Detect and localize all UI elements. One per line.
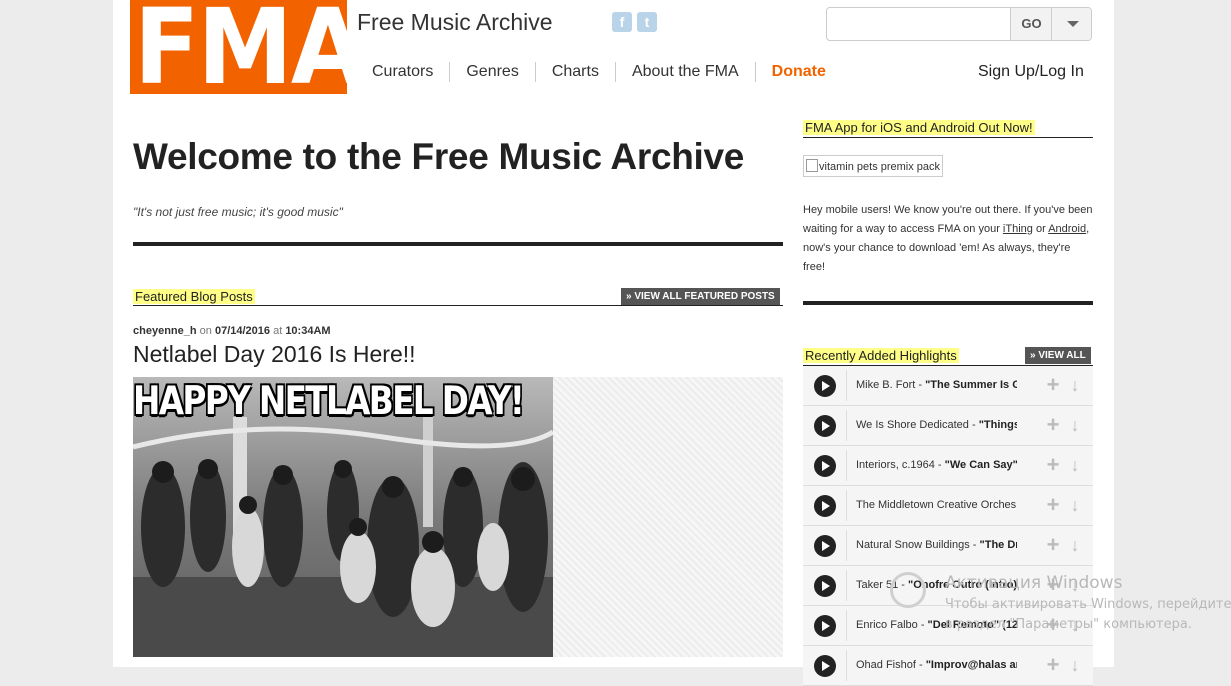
play-icon[interactable] — [814, 655, 836, 677]
social-links: f t — [612, 12, 657, 32]
logo-text: FMA — [134, 0, 347, 94]
add-icon[interactable]: + — [1044, 574, 1062, 596]
app-text-part: or — [1032, 223, 1049, 235]
nav-donate[interactable]: Donate — [756, 62, 842, 82]
broken-image-icon — [806, 159, 818, 172]
nav-charts[interactable]: Charts — [536, 62, 616, 82]
download-icon[interactable]: ↓ — [1066, 495, 1084, 515]
download-icon[interactable]: ↓ — [1066, 375, 1084, 395]
track-row: The Middletown Creative Orches + ↓ — [803, 486, 1093, 526]
add-icon[interactable]: + — [1044, 534, 1062, 556]
play-icon[interactable] — [814, 495, 836, 517]
android-link[interactable]: Android — [1048, 223, 1086, 235]
post-image-area: HAPPY NETLABEL DAY! — [133, 377, 783, 657]
nav-genres[interactable]: Genres — [450, 62, 536, 82]
search-go-button[interactable]: GO — [1010, 8, 1052, 40]
track-info[interactable]: We Is Shore Dedicated - "Things F — [856, 419, 1017, 431]
track-info[interactable]: Taker 51 - "Onofre Outro (Intro)" — [856, 579, 1017, 591]
track-info[interactable]: Enrico Falbo - "Del Remoto" (12:3 — [856, 619, 1017, 631]
recent-section-heading: Recently Added Highlights — [803, 347, 959, 365]
divider — [803, 137, 1093, 138]
featured-section-heading: Featured Blog Posts — [133, 288, 255, 306]
byline-at: at — [270, 325, 286, 337]
post-title[interactable]: Netlabel Day 2016 Is Here!! — [133, 341, 416, 368]
track-info[interactable]: Interiors, c.1964 - "We Can Say" ( — [856, 459, 1017, 471]
download-icon[interactable]: ↓ — [1066, 535, 1084, 555]
post-time: 10:34AM — [285, 325, 331, 337]
ithing-link[interactable]: iThing — [1003, 223, 1033, 235]
search-input[interactable] — [827, 8, 1007, 38]
search-dropdown-button[interactable] — [1051, 8, 1091, 40]
track-info[interactable]: Mike B. Fort - "The Summer Is Go — [856, 379, 1017, 391]
facebook-icon[interactable]: f — [612, 12, 632, 32]
track-row: Ohad Fishof - "Improv@halas am" +↓ — [803, 646, 1093, 686]
divider — [803, 301, 1093, 305]
track-info[interactable]: Ohad Fishof - "Improv@halas am" — [856, 659, 1017, 671]
download-icon[interactable]: ↓ — [1066, 575, 1084, 595]
download-icon[interactable]: ↓ — [1066, 655, 1084, 675]
track-row: Enrico Falbo - "Del Remoto" (12:3 +↓ — [803, 606, 1093, 646]
app-heading-label[interactable]: FMA App for iOS and Android Out Now! — [803, 120, 1035, 135]
play-icon[interactable] — [814, 535, 836, 557]
track-row: Taker 51 - "Onofre Outro (Intro)" + ↓ — [803, 566, 1093, 606]
tagline: "It's not just free music; it's good mus… — [133, 205, 343, 219]
divider — [133, 305, 783, 306]
app-heading: FMA App for iOS and Android Out Now! — [803, 119, 1035, 137]
add-icon[interactable]: + — [1044, 654, 1062, 676]
play-icon[interactable] — [814, 415, 836, 437]
post-date: 07/14/2016 — [214, 325, 271, 337]
download-icon[interactable]: ↓ — [1066, 455, 1084, 475]
add-icon[interactable]: + — [1044, 374, 1062, 396]
nav-curators[interactable]: Curators — [356, 62, 451, 82]
nav-about[interactable]: About the FMA — [616, 62, 756, 82]
post-photo[interactable]: HAPPY NETLABEL DAY! — [133, 377, 553, 657]
track-row: We Is Shore Dedicated - "Things F +↓ — [803, 406, 1093, 446]
view-all-featured-button[interactable]: » VIEW ALL FEATURED POSTS — [621, 288, 780, 305]
main-nav: Curators Genres Charts About the FMA Don… — [356, 62, 842, 82]
site-title[interactable]: Free Music Archive — [357, 9, 553, 36]
view-all-recent-button[interactable]: » VIEW ALL — [1025, 347, 1091, 364]
play-icon[interactable] — [814, 615, 836, 637]
download-icon[interactable]: ↓ — [1066, 615, 1084, 635]
play-icon[interactable] — [814, 455, 836, 477]
track-row: Interiors, c.1964 - "We Can Say" ( + ↓ — [803, 446, 1093, 486]
photo-caption: HAPPY NETLABEL DAY! — [133, 379, 525, 424]
fma-logo[interactable]: FMA — [130, 0, 347, 94]
search-bar: GO — [826, 7, 1092, 41]
byline-on: on — [196, 325, 215, 337]
featured-label: Featured Blog Posts — [133, 289, 255, 304]
post-author[interactable]: cheyenne_h — [133, 325, 197, 337]
play-icon[interactable] — [814, 375, 836, 397]
add-icon[interactable]: + — [1044, 454, 1062, 476]
add-icon[interactable]: + — [1044, 414, 1062, 436]
divider — [133, 242, 783, 246]
app-description: Hey mobile users! We know you're out the… — [803, 201, 1093, 277]
app-image-alt: vitamin pets premix pack — [819, 161, 941, 173]
track-row: Natural Snow Buildings - "The Dr + ↓ — [803, 526, 1093, 566]
play-icon[interactable] — [814, 575, 836, 597]
page: FMA Free Music Archive f t GO Curators G… — [113, 0, 1114, 686]
signup-login-link[interactable]: Sign Up/Log In — [978, 62, 1084, 82]
app-promo-image[interactable]: vitamin pets premix pack — [803, 155, 944, 177]
track-row: Mike B. Fort - "The Summer Is Go +↓ — [803, 366, 1093, 406]
page-title: Welcome to the Free Music Archive — [133, 136, 745, 177]
add-icon[interactable]: + — [1044, 614, 1062, 636]
twitter-icon[interactable]: t — [637, 12, 657, 32]
add-icon[interactable]: + — [1044, 494, 1062, 516]
recent-label: Recently Added Highlights — [803, 348, 959, 363]
post-byline: cheyenne_h on 07/14/2016 at 10:34AM — [133, 325, 331, 337]
recent-tracks-list: Mike B. Fort - "The Summer Is Go +↓ We I… — [803, 366, 1093, 686]
track-info[interactable]: The Middletown Creative Orches — [856, 499, 1017, 511]
track-info[interactable]: Natural Snow Buildings - "The Dr — [856, 539, 1017, 551]
download-icon[interactable]: ↓ — [1066, 415, 1084, 435]
